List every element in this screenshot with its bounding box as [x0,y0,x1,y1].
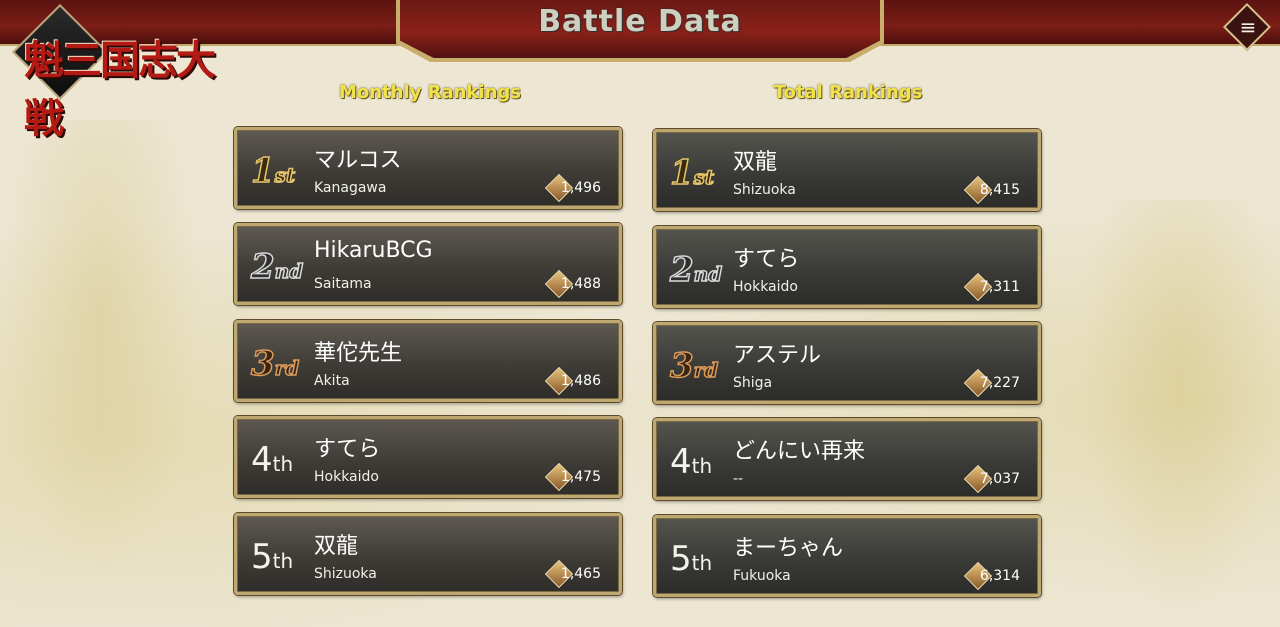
dragon-decoration-left [0,120,200,580]
monthly-rank-card[interactable]: 4th すてら Hokkaido 1,475 [234,416,622,498]
player-name: HikaruBCG [314,238,433,263]
menu-icon[interactable]: ≡ [1238,16,1258,38]
total-rank-card[interactable]: 5th まーちゃん Fukuoka 6,314 [653,515,1041,597]
rank-label: 2nd [669,249,723,291]
player-score: 7,037 [979,471,1020,487]
player-score: 6,314 [979,568,1020,584]
player-prefecture: Shizuoka [314,566,377,582]
player-name: すてら [733,247,800,272]
player-score: 1,496 [560,180,601,196]
rank-label: 4th [251,440,294,480]
player-name: 双龍 [733,150,778,175]
rank-label: 4th [670,442,713,482]
logo-text: 魁三国志大戦 [24,37,216,142]
player-prefecture: Kanagawa [314,180,387,196]
rank-label: 5th [251,537,294,577]
rank-label: 3rd [250,343,300,385]
game-logo[interactable]: 魁三国志大戦 [11,3,234,142]
total-rank-card[interactable]: 1st 双龍 Shizuoka 8,415 [653,129,1041,211]
player-score: 1,475 [560,469,601,485]
total-rank-card[interactable]: 4th どんにい再来 -- 7,037 [653,418,1041,500]
player-prefecture: Fukuoka [733,568,791,584]
player-score: 1,465 [560,566,601,582]
rank-label: 3rd [669,345,719,387]
player-prefecture: Saitama [314,276,372,292]
player-name: アステル [733,343,822,368]
player-score: 8,415 [979,182,1020,198]
rank-label: 1st [250,150,296,192]
monthly-rank-card[interactable]: 2nd HikaruBCG Saitama 1,488 [234,223,622,305]
monthly-rank-card[interactable]: 1st マルコス Kanagawa 1,496 [234,127,622,209]
total-rank-card[interactable]: 3rd アステル Shiga 7,227 [653,322,1041,404]
player-prefecture: Shiga [733,375,773,391]
player-score: 7,311 [979,279,1020,295]
player-prefecture: Hokkaido [733,279,798,295]
total-rankings-heading: Total Rankings [773,82,923,103]
player-name: マルコス [314,148,402,173]
player-prefecture: -- [733,471,744,487]
player-prefecture: Akita [314,373,350,389]
monthly-rank-card[interactable]: 5th 双龍 Shizuoka 1,465 [234,513,622,595]
player-score: 1,488 [560,276,601,292]
rank-label: 2nd [250,246,304,288]
player-name: 双龍 [314,534,359,559]
dragon-decoration-right [1080,200,1280,620]
monthly-rank-card[interactable]: 3rd 華佗先生 Akita 1,486 [234,320,622,402]
player-prefecture: Shizuoka [733,182,796,198]
rank-label: 1st [669,152,715,194]
player-score: 1,486 [560,373,601,389]
player-score: 7,227 [979,375,1020,391]
page-title: Battle Data [538,4,742,39]
rank-label: 5th [670,539,713,579]
player-name: 華佗先生 [314,341,403,366]
player-name: どんにい再来 [733,439,866,464]
total-rank-card[interactable]: 2nd すてら Hokkaido 7,311 [653,226,1041,308]
player-name: すてら [314,437,381,462]
player-prefecture: Hokkaido [314,469,379,485]
monthly-rankings-heading: Monthly Rankings [338,82,522,103]
player-name: まーちゃん [733,536,844,561]
